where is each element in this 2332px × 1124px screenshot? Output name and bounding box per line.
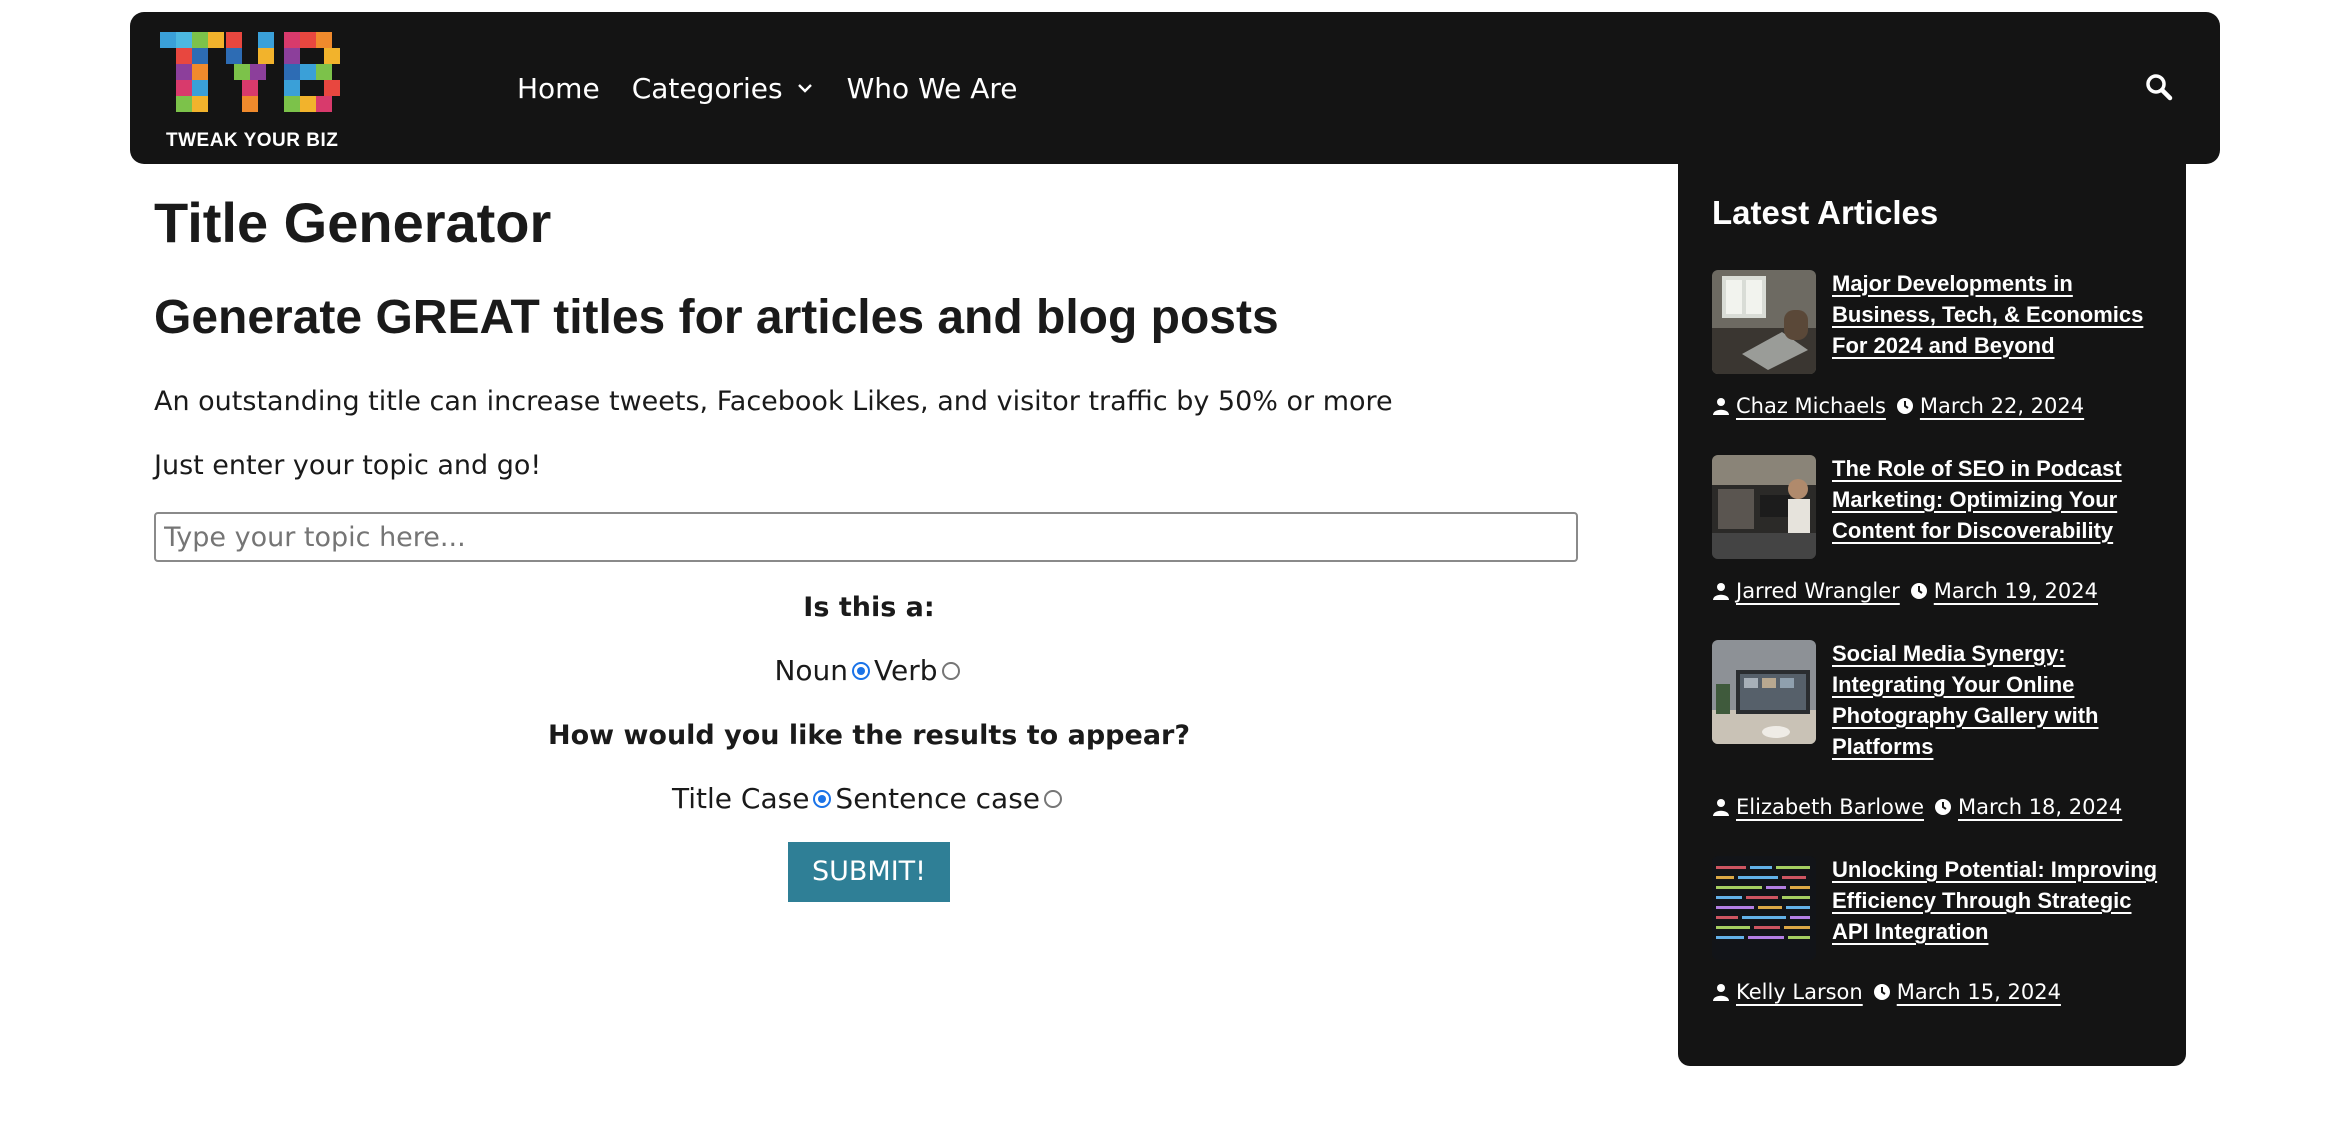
topic-input[interactable] <box>154 512 1578 562</box>
submit-row: SUBMIT! <box>154 842 1584 902</box>
submit-button[interactable]: SUBMIT! <box>788 842 950 902</box>
site-header: TWEAK YOUR BIZ Home Categories Who We Ar… <box>130 12 2220 164</box>
article-title-link[interactable]: Unlocking Potential: Improving Efficienc… <box>1832 854 2162 947</box>
article-date-link[interactable]: March 18, 2024 <box>1958 795 2122 819</box>
clock-icon <box>1873 984 1890 1000</box>
type-question: Is this a: <box>803 592 935 623</box>
page-title: Title Generator <box>154 191 552 254</box>
title-case-label: Title Case <box>671 782 810 815</box>
user-icon <box>1713 984 1729 1001</box>
sentence-case-label: Sentence case <box>835 782 1041 815</box>
clock-icon <box>1896 398 1913 414</box>
title-case-radio[interactable] <box>813 789 832 808</box>
article-author-link[interactable]: Kelly Larson <box>1736 980 1863 1004</box>
article-meta: Kelly Larson March 15, 2024 <box>1712 980 2061 1004</box>
article-meta: Jarred Wrangler March 19, 2024 <box>1712 579 2098 603</box>
latest-articles-sidebar: Latest Articles Major Developments in Bu… <box>1678 164 2186 1066</box>
user-icon <box>1713 583 1729 600</box>
search-icon[interactable] <box>2142 70 2178 106</box>
article-date-link[interactable]: March 19, 2024 <box>1934 579 2098 603</box>
article-thumbnail[interactable] <box>1712 856 1816 960</box>
noun-label: Noun <box>774 654 849 687</box>
article-date-link[interactable]: March 15, 2024 <box>1897 980 2061 1004</box>
sidebar-title: Latest Articles <box>1712 194 1939 231</box>
clock-icon <box>1910 583 1927 599</box>
tyb-logo-icon <box>160 32 340 112</box>
nav-categories[interactable]: Categories <box>632 72 815 105</box>
article-meta: Chaz Michaels March 22, 2024 <box>1712 394 2084 418</box>
case-question-block: How would you like the results to appear… <box>154 720 1584 751</box>
article-date-link[interactable]: March 22, 2024 <box>1920 394 2084 418</box>
sentence-case-radio[interactable] <box>1044 789 1063 808</box>
article-meta: Elizabeth Barlowe March 18, 2024 <box>1712 795 2122 819</box>
nav-who-we-are[interactable]: Who We Are <box>847 72 1018 105</box>
page-subtitle: Generate GREAT titles for articles and b… <box>154 291 1279 344</box>
logo-text: TWEAK YOUR BIZ <box>166 130 339 151</box>
nav-home[interactable]: Home <box>517 72 600 105</box>
type-question-block: Is this a: <box>154 592 1584 623</box>
article-author-link[interactable]: Elizabeth Barlowe <box>1736 795 1924 819</box>
site-logo[interactable]: TWEAK YOUR BIZ <box>160 32 360 152</box>
case-options: Title Case Sentence case <box>154 782 1584 815</box>
verb-label: Verb <box>874 654 938 687</box>
type-options: Noun Verb <box>154 654 1584 687</box>
user-icon <box>1713 398 1729 415</box>
article-title-link[interactable]: Social Media Synergy: Integrating Your O… <box>1832 638 2162 762</box>
nav-who-we-are-label: Who We Are <box>846 71 1018 105</box>
article-thumbnail[interactable] <box>1712 455 1816 559</box>
user-icon <box>1713 799 1729 816</box>
article-title-link[interactable]: Major Developments in Business, Tech, & … <box>1832 268 2162 361</box>
article-thumbnail[interactable] <box>1712 270 1816 374</box>
noun-radio[interactable] <box>852 661 871 680</box>
article-title-link[interactable]: The Role of SEO in Podcast Marketing: Op… <box>1832 453 2162 546</box>
article-thumbnail[interactable] <box>1712 640 1816 744</box>
nav-home-label: Home <box>517 71 600 105</box>
instruction-text: Just enter your topic and go! <box>154 450 542 481</box>
case-question: How would you like the results to appear… <box>547 720 1191 751</box>
article-author-link[interactable]: Jarred Wrangler <box>1736 579 1900 603</box>
verb-radio[interactable] <box>941 661 960 680</box>
main-nav: Home Categories Who We Are <box>517 12 1050 164</box>
chevron-down-icon <box>797 84 812 93</box>
intro-text: An outstanding title can increase tweets… <box>154 386 1393 417</box>
nav-categories-label: Categories <box>631 71 783 105</box>
clock-icon <box>1935 799 1951 815</box>
article-author-link[interactable]: Chaz Michaels <box>1736 394 1886 418</box>
